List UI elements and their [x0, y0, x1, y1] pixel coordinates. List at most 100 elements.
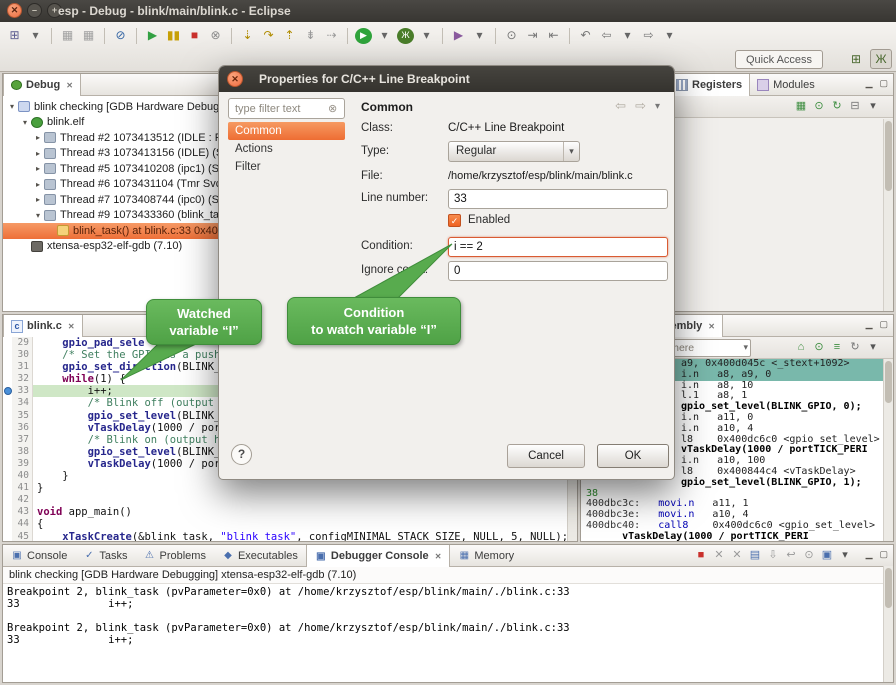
- run-dropdown-icon[interactable]: ▾: [376, 27, 393, 45]
- line-number-input[interactable]: [448, 189, 668, 209]
- view-menu-icon[interactable]: ▾: [655, 101, 660, 112]
- ignore-count-input[interactable]: [448, 261, 668, 281]
- maximize-view-icon[interactable]: ▢: [879, 78, 888, 89]
- next-annotation-icon[interactable]: ⇥: [524, 27, 541, 45]
- resume-icon[interactable]: ▶: [144, 27, 161, 45]
- condition-input[interactable]: [448, 237, 668, 257]
- disassembly-line[interactable]: vTaskDelay(1000 / portTICK_PERI: [581, 532, 883, 541]
- terminate-icon[interactable]: ■: [693, 548, 709, 564]
- tab-registers[interactable]: Registers: [668, 74, 750, 96]
- editor-line[interactable]: 43void app_main(): [3, 506, 567, 518]
- breakpoint-gutter[interactable]: [3, 410, 12, 422]
- forward-icon[interactable]: ⇨: [640, 27, 657, 45]
- dialog-close-button[interactable]: ✕: [227, 71, 243, 87]
- debug-icon[interactable]: Ж: [397, 28, 414, 44]
- close-icon[interactable]: ✕: [66, 81, 73, 90]
- type-dropdown[interactable]: Regular ▾: [448, 141, 580, 162]
- home-icon[interactable]: ⌂: [793, 340, 809, 356]
- instruction-stepping-icon[interactable]: ⇢: [323, 27, 340, 45]
- tree-collapse-icon[interactable]: ▾: [6, 102, 18, 111]
- breakpoint-gutter[interactable]: [3, 337, 12, 349]
- tree-expand-icon[interactable]: ▸: [32, 133, 44, 142]
- view-menu-icon[interactable]: ▾: [865, 340, 881, 356]
- breakpoint-gutter[interactable]: [3, 458, 12, 470]
- back-dropdown-icon[interactable]: ▾: [619, 27, 636, 45]
- editor-line[interactable]: 41}: [3, 482, 567, 494]
- tab-debugger-console[interactable]: ▣Debugger Console✕: [306, 545, 451, 567]
- breakpoint-gutter[interactable]: [3, 482, 12, 494]
- view-menu-icon[interactable]: ▾: [865, 99, 881, 115]
- layout-icon[interactable]: ▦: [793, 99, 809, 115]
- breakpoint-gutter[interactable]: [3, 349, 12, 361]
- step-over-icon[interactable]: ↷: [260, 27, 277, 45]
- close-icon[interactable]: ✕: [68, 322, 75, 331]
- pin-console-icon[interactable]: ⊙: [801, 548, 817, 564]
- editor-line[interactable]: 44{: [3, 518, 567, 530]
- skip-all-breakpoints-icon[interactable]: ⊘: [112, 27, 129, 45]
- tree-collapse-icon[interactable]: ▾: [32, 211, 44, 220]
- show-type-icon[interactable]: ⊙: [811, 99, 827, 115]
- last-edit-location-icon[interactable]: ↶: [577, 27, 594, 45]
- tab-tasks[interactable]: ✓Tasks: [75, 545, 135, 566]
- close-icon[interactable]: ✕: [708, 322, 715, 331]
- forward-icon[interactable]: ⇨: [635, 98, 646, 114]
- breakpoint-gutter[interactable]: [3, 385, 12, 397]
- suspend-icon[interactable]: ▮▮: [165, 27, 182, 45]
- minimize-view-icon[interactable]: ▁: [866, 319, 873, 330]
- breakpoint-gutter[interactable]: [3, 470, 12, 482]
- refresh-icon[interactable]: ↻: [829, 99, 845, 115]
- tree-collapse-icon[interactable]: ▾: [19, 118, 31, 127]
- editor-line[interactable]: 42: [3, 494, 567, 506]
- minimize-view-icon[interactable]: ▁: [866, 78, 873, 89]
- clear-console-icon[interactable]: ▤: [747, 548, 763, 564]
- disassembly-scrollbar[interactable]: [883, 359, 893, 541]
- window-close-button[interactable]: ✕: [7, 3, 22, 18]
- window-minimize-button[interactable]: –: [27, 3, 42, 18]
- maximize-view-icon[interactable]: ▢: [879, 319, 888, 330]
- tab-problems[interactable]: ⚠Problems: [135, 545, 213, 566]
- quick-access-button[interactable]: Quick Access: [735, 50, 823, 69]
- clear-filter-icon[interactable]: ⊗: [328, 102, 337, 115]
- close-icon[interactable]: ✕: [435, 552, 442, 561]
- step-into-icon[interactable]: ⇣: [239, 27, 256, 45]
- sync-pc-icon[interactable]: ⊙: [811, 340, 827, 356]
- tree-expand-icon[interactable]: ▸: [32, 195, 44, 204]
- refresh-icon[interactable]: ↻: [847, 340, 863, 356]
- terminate-icon[interactable]: ■: [186, 27, 203, 45]
- console-menu-icon[interactable]: ▾: [837, 548, 853, 564]
- console-scrollbar[interactable]: [883, 566, 893, 682]
- help-button[interactable]: ?: [231, 444, 252, 465]
- editor-line[interactable]: 45 xTaskCreate(&blink_task, "blink_task"…: [3, 531, 567, 542]
- previous-annotation-icon[interactable]: ⇤: [545, 27, 562, 45]
- step-return-icon[interactable]: ⇡: [281, 27, 298, 45]
- breakpoint-gutter[interactable]: [3, 422, 12, 434]
- maximize-view-icon[interactable]: ▢: [879, 549, 888, 560]
- ok-button[interactable]: OK: [597, 444, 669, 468]
- forward-dropdown-icon[interactable]: ▾: [661, 27, 678, 45]
- tree-expand-icon[interactable]: ▸: [32, 180, 44, 189]
- scroll-lock-icon[interactable]: ⇩: [765, 548, 781, 564]
- enabled-checkbox[interactable]: ✓: [448, 214, 461, 227]
- external-tools-dropdown-icon[interactable]: ▾: [471, 27, 488, 45]
- disconnect-icon[interactable]: ⊗: [207, 27, 224, 45]
- tab-memory[interactable]: ▦Memory: [450, 545, 522, 566]
- breakpoint-gutter[interactable]: [3, 494, 12, 506]
- open-perspective-icon[interactable]: ⊞: [845, 49, 867, 69]
- new-dropdown-icon[interactable]: ▾: [27, 27, 44, 45]
- show-source-icon[interactable]: ≡: [829, 340, 845, 356]
- breakpoint-gutter[interactable]: [3, 373, 12, 385]
- save-all-icon[interactable]: ▦: [80, 27, 97, 45]
- breakpoint-gutter[interactable]: [3, 446, 12, 458]
- cancel-button[interactable]: Cancel: [507, 444, 585, 468]
- breakpoint-gutter[interactable]: [3, 531, 12, 542]
- run-icon[interactable]: ▶: [355, 28, 372, 44]
- dialog-nav-actions[interactable]: Actions: [228, 140, 345, 158]
- search-icon[interactable]: ⊙: [503, 27, 520, 45]
- debug-dropdown-icon[interactable]: ▾: [418, 27, 435, 45]
- word-wrap-icon[interactable]: ↩: [783, 548, 799, 564]
- breakpoint-gutter[interactable]: [3, 518, 12, 530]
- back-icon[interactable]: ⇦: [615, 98, 626, 114]
- tab-executables[interactable]: ◆Executables: [214, 545, 306, 566]
- tree-expand-icon[interactable]: ▸: [32, 149, 44, 158]
- open-console-icon[interactable]: ▣: [819, 548, 835, 564]
